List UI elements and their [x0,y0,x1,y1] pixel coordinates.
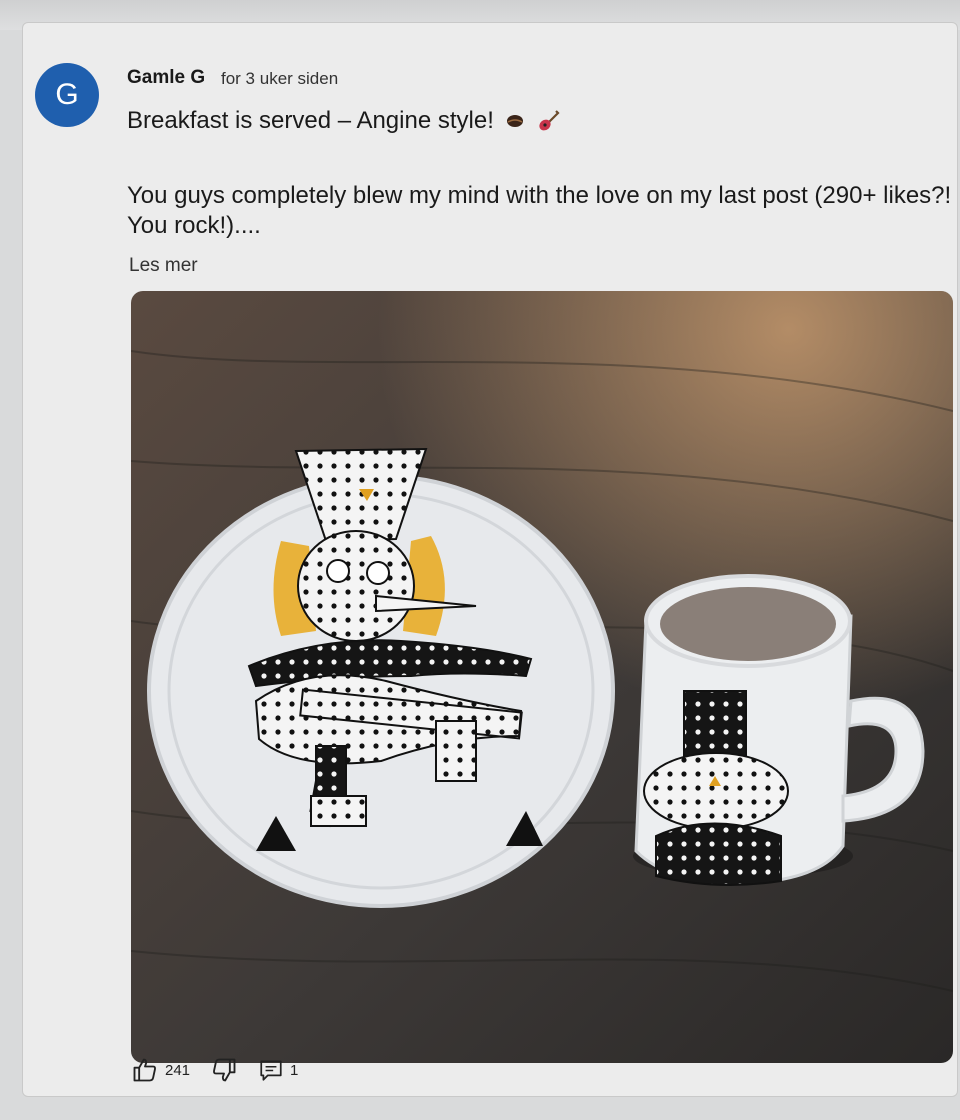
thumbs-down-icon [213,1058,236,1082]
comment-button[interactable]: 1 [258,1057,298,1083]
post-timestamp[interactable]: for 3 uker siden [221,69,338,89]
avatar[interactable]: G [35,63,99,127]
guitar-icon [539,110,560,131]
thumbs-up-icon [133,1058,156,1082]
read-more-link[interactable]: Les mer [129,255,198,277]
coffee-bean-icon [506,115,523,127]
dislike-button[interactable] [210,1056,238,1084]
comment-count: 1 [290,1061,299,1079]
post-title: Breakfast is served – Angine style! [127,107,560,135]
author-name[interactable]: Gamle G [127,67,205,89]
like-button[interactable]: 241 [131,1056,190,1084]
post-image-illustration [131,291,953,1063]
comment-icon [260,1060,282,1081]
action-bar: 241 1 [131,1053,318,1087]
post-body: You guys completely blew my mind with th… [127,182,952,239]
post-card: G Gamle G for 3 uker siden Breakfast is … [22,22,958,1097]
post-title-text: Breakfast is served – Angine style! [127,107,494,134]
like-count: 241 [165,1061,191,1079]
avatar-letter: G [55,78,79,111]
post-image[interactable] [131,291,953,1063]
